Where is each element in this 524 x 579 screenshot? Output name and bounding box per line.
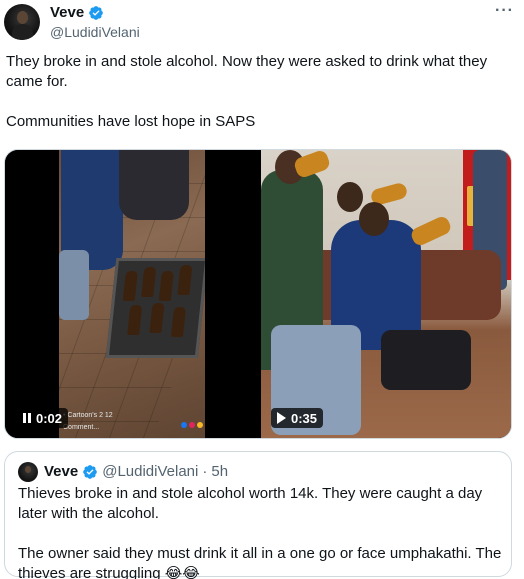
bottle xyxy=(141,267,157,297)
reaction-icon xyxy=(189,422,195,428)
bottle xyxy=(170,307,187,337)
play-icon xyxy=(277,412,286,424)
quoted-author-avatar xyxy=(18,462,38,482)
reaction-icon xyxy=(181,422,187,428)
tweet-header: Veve @LudidiVelani ··· xyxy=(0,0,524,44)
bottle xyxy=(149,303,165,333)
avatar-head xyxy=(17,11,28,24)
pause-icon xyxy=(23,413,31,423)
video-2[interactable]: 0:35 xyxy=(261,150,511,438)
person-figure xyxy=(119,150,189,220)
video-1-overlay-comment: Comment... xyxy=(63,424,100,431)
separator-dot: · xyxy=(202,463,208,480)
video-1-reaction-icons xyxy=(181,422,203,430)
more-options-icon[interactable]: ··· xyxy=(495,2,514,20)
author-display-name[interactable]: Veve xyxy=(50,4,84,21)
reaction-icon xyxy=(197,422,203,428)
video-1-timestamp: 0:02 xyxy=(36,410,63,426)
bottle xyxy=(158,271,174,301)
media-grid: • Cartoon's 2 12 Comment... 0:02 0:35 xyxy=(4,149,512,439)
video-1-thumbnail xyxy=(59,150,205,438)
quoted-text-para2: The owner said they must drink it all in… xyxy=(18,545,506,579)
avatar-body xyxy=(12,24,33,40)
bottle xyxy=(127,305,143,335)
quoted-tweet[interactable]: Veve @LudidiVelani · 5h Thieves broke in… xyxy=(4,451,512,579)
bottle xyxy=(177,265,193,295)
video-1-overlay-caption: • Cartoon's 2 12 xyxy=(63,412,113,419)
person-legs xyxy=(59,250,89,320)
video-1-timestamp-badge[interactable]: 0:02 xyxy=(17,408,69,428)
quoted-tweet-text: Thieves broke in and stole alcohol worth… xyxy=(18,484,504,579)
author-avatar[interactable] xyxy=(4,4,40,40)
tweet-text: They broke in and stole alcohol. Now the… xyxy=(6,52,518,132)
bottle xyxy=(409,214,453,248)
bottle xyxy=(122,271,138,301)
quoted-author-handle: @LudidiVelani xyxy=(102,463,199,480)
author-handle[interactable]: @LudidiVelani xyxy=(50,24,140,40)
tweet-text-line1: They broke in and stole alcohol. Now the… xyxy=(6,53,492,90)
verified-badge-icon xyxy=(83,465,98,479)
video-1[interactable]: • Cartoon's 2 12 Comment... 0:02 xyxy=(5,150,259,438)
author-name-row: Veve xyxy=(50,4,104,21)
verified-badge-icon xyxy=(89,5,104,20)
quoted-author-display-name: Veve xyxy=(44,463,79,480)
tweet-text-line2: Communities have lost hope in SAPS xyxy=(6,113,256,130)
video-2-timestamp-badge[interactable]: 0:35 xyxy=(271,408,324,428)
person-head xyxy=(359,202,389,236)
video-2-timestamp: 0:35 xyxy=(291,410,318,426)
quoted-text-para1: Thieves broke in and stole alcohol worth… xyxy=(18,485,487,522)
bottle-crate xyxy=(105,258,205,358)
person-head xyxy=(337,182,363,212)
quoted-timestamp[interactable]: 5h xyxy=(211,462,228,482)
avatar-head xyxy=(25,466,31,473)
quoted-author-row: Veve @LudidiVelani · 5h xyxy=(44,462,228,482)
person-legs xyxy=(381,330,471,390)
